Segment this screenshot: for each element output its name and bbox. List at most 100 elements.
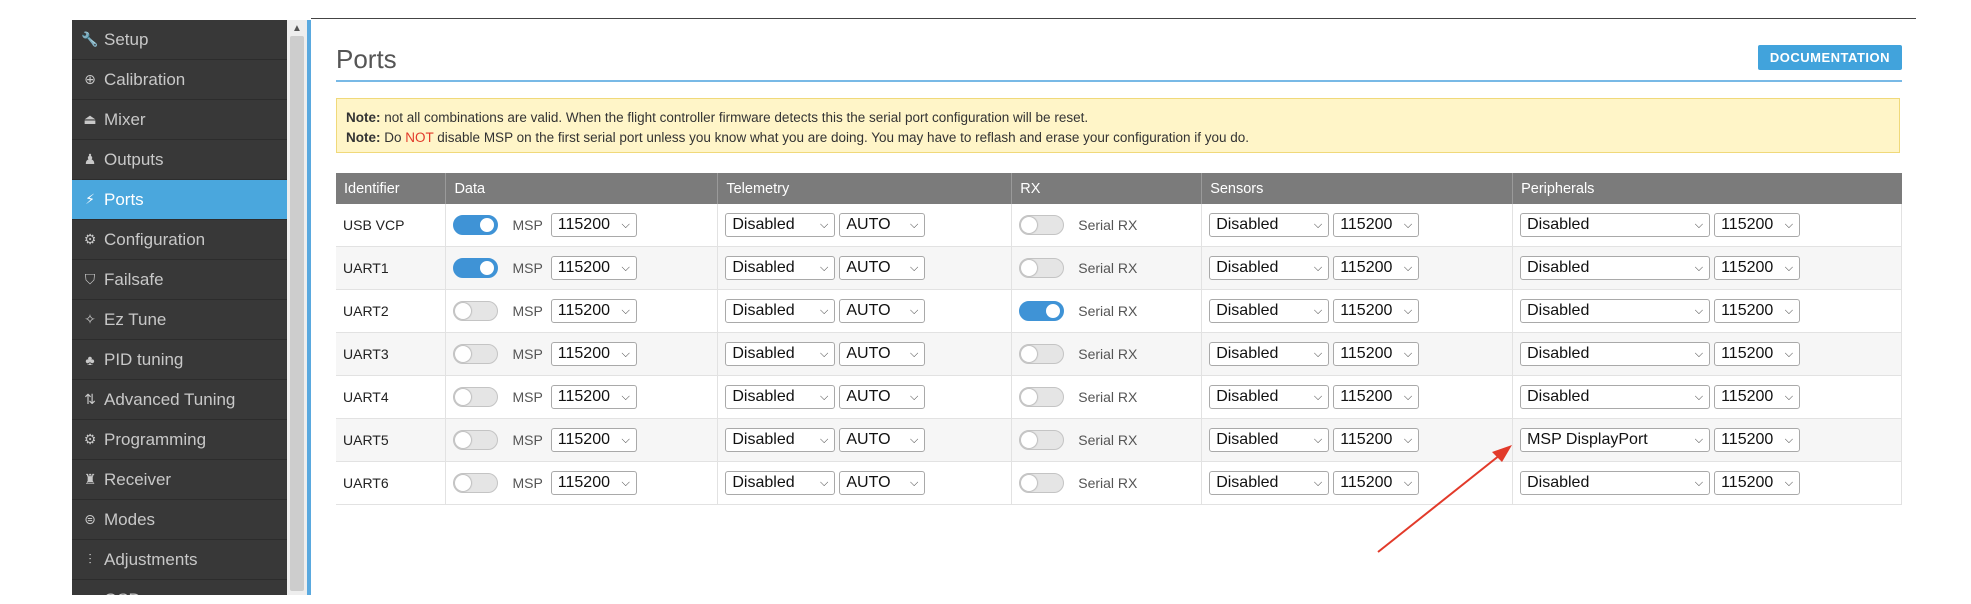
sensors-select[interactable]: Disabled ⌵ xyxy=(1209,342,1330,366)
telemetry-baud-select[interactable]: AUTO ⌵ xyxy=(839,299,926,323)
telemetry-select[interactable]: Disabled ⌵ xyxy=(725,342,836,366)
peripherals-baud-select[interactable]: 115200 ⌵ xyxy=(1714,299,1801,323)
sensors-baud-select[interactable]: 115200 ⌵ xyxy=(1333,299,1420,323)
sensors-baud-select[interactable]: 115200 ⌵ xyxy=(1333,471,1420,495)
telemetry-select[interactable]: Disabled ⌵ xyxy=(725,299,836,323)
sensors-baud-select[interactable]: 115200 ⌵ xyxy=(1333,213,1420,237)
chevron-down-icon: ⌵ xyxy=(621,347,630,360)
scroll-up-icon[interactable]: ▲ xyxy=(287,22,307,36)
peripherals-select[interactable]: MSP DisplayPort ⌵ xyxy=(1520,428,1711,452)
documentation-button[interactable]: DOCUMENTATION xyxy=(1757,45,1902,70)
sidebar-item-outputs[interactable]: ♟ Outputs xyxy=(72,140,287,180)
msp-toggle[interactable] xyxy=(453,344,499,364)
telemetry-baud-select[interactable]: AUTO ⌵ xyxy=(839,471,926,495)
sensors-select[interactable]: Disabled ⌵ xyxy=(1209,471,1330,495)
chevron-down-icon: ⌵ xyxy=(1694,476,1704,489)
msp-toggle[interactable] xyxy=(453,215,499,235)
msp-toggle[interactable] xyxy=(453,387,499,407)
sensors-select[interactable]: Disabled ⌵ xyxy=(1209,256,1330,280)
chevron-down-icon: ⌵ xyxy=(1313,476,1323,489)
peripherals-select[interactable]: Disabled ⌵ xyxy=(1520,256,1711,280)
sensors-select[interactable]: Disabled ⌵ xyxy=(1209,299,1330,323)
note-line-2: Note: Do NOT disable MSP on the first se… xyxy=(346,128,1890,148)
sidebar-item-advanced-tuning[interactable]: ⇅ Advanced Tuning xyxy=(72,380,287,420)
serial-rx-toggle[interactable] xyxy=(1019,301,1065,321)
msp-toggle[interactable] xyxy=(453,473,499,493)
toggle-knob xyxy=(1021,432,1038,448)
sidebar-item-pid-tuning[interactable]: ♣ PID tuning xyxy=(72,340,287,380)
sidebar-item-failsafe[interactable]: ⛉ Failsafe xyxy=(72,260,287,300)
sidebar-item-ports[interactable]: ⚡ Ports xyxy=(72,180,287,220)
chevron-down-icon: ⌵ xyxy=(621,390,630,403)
sidebar-scrollbar[interactable]: ▲ xyxy=(287,20,308,595)
sidebar-item-configuration[interactable]: ⚙ Configuration xyxy=(72,220,287,260)
sensors-select[interactable]: Disabled ⌵ xyxy=(1209,385,1330,409)
serial-rx-toggle[interactable] xyxy=(1019,473,1065,493)
peripherals-select[interactable]: Disabled ⌵ xyxy=(1520,471,1711,495)
msp-toggle[interactable] xyxy=(453,258,499,278)
msp-baud-select[interactable]: 115200 ⌵ xyxy=(550,299,637,323)
peripherals-baud-select[interactable]: 115200 ⌵ xyxy=(1714,428,1801,452)
sidebar-item-ez-tune[interactable]: ✧ Ez Tune xyxy=(72,300,287,340)
rx-cell: Serial RX xyxy=(1011,246,1203,290)
sensors-baud-select[interactable]: 115200 ⌵ xyxy=(1333,428,1420,452)
sidebar-item-mixer[interactable]: ⏏ Mixer xyxy=(72,100,287,140)
sensors-baud-select[interactable]: 115200 ⌵ xyxy=(1333,342,1420,366)
peripherals-baud-select[interactable]: 115200 ⌵ xyxy=(1714,471,1801,495)
telemetry-baud-select[interactable]: AUTO ⌵ xyxy=(839,213,926,237)
sidebar-item-receiver[interactable]: ♜ Receiver xyxy=(72,460,287,500)
sensors-cell: Disabled ⌵ 115200 ⌵ xyxy=(1201,246,1514,290)
telemetry-baud-select[interactable]: AUTO ⌵ xyxy=(839,428,926,452)
peripherals-select[interactable]: Disabled ⌵ xyxy=(1520,213,1711,237)
peripherals-select[interactable]: Disabled ⌵ xyxy=(1520,385,1711,409)
msp-baud-select[interactable]: 115200 ⌵ xyxy=(550,471,637,495)
msp-baud-select[interactable]: 115200 ⌵ xyxy=(550,385,637,409)
telemetry-baud-select[interactable]: AUTO ⌵ xyxy=(839,256,926,280)
chevron-down-icon: ⌵ xyxy=(820,261,829,274)
sensors-baud-select[interactable]: 115200 ⌵ xyxy=(1333,385,1420,409)
msp-baud-select[interactable]: 115200 ⌵ xyxy=(550,213,637,237)
telemetry-select[interactable]: Disabled ⌵ xyxy=(725,385,836,409)
peripherals-baud-select[interactable]: 115200 ⌵ xyxy=(1714,342,1801,366)
toggle-knob xyxy=(1045,303,1062,319)
scroll-thumb[interactable] xyxy=(290,36,304,591)
msp-baud-select[interactable]: 115200 ⌵ xyxy=(550,342,637,366)
serial-rx-toggle[interactable] xyxy=(1019,430,1065,450)
chevron-down-icon: ⌵ xyxy=(1694,218,1704,231)
sidebar-item-osd[interactable]: ▭ OSD xyxy=(72,580,287,596)
sensors-baud-select[interactable]: 115200 ⌵ xyxy=(1333,256,1420,280)
telemetry-select[interactable]: Disabled ⌵ xyxy=(725,471,836,495)
peripherals-baud-select[interactable]: 115200 ⌵ xyxy=(1714,256,1801,280)
telemetry-select[interactable]: Disabled ⌵ xyxy=(725,256,836,280)
sidebar-item-modes[interactable]: ⊜ Modes xyxy=(72,500,287,540)
note-warning-text: NOT xyxy=(405,130,434,145)
msp-toggle[interactable] xyxy=(453,301,499,321)
sidebar-item-programming[interactable]: ⚙ Programming xyxy=(72,420,287,460)
sensors-select[interactable]: Disabled ⌵ xyxy=(1209,428,1330,452)
msp-baud-select[interactable]: 115200 ⌵ xyxy=(550,256,637,280)
select-value: 115200 xyxy=(557,388,610,405)
peripherals-select[interactable]: Disabled ⌵ xyxy=(1520,342,1711,366)
peripherals-baud-select[interactable]: 115200 ⌵ xyxy=(1714,385,1801,409)
serial-rx-toggle[interactable] xyxy=(1019,215,1065,235)
msp-toggle[interactable] xyxy=(453,430,499,450)
select-value: 115200 xyxy=(557,259,610,276)
toggle-knob xyxy=(455,432,472,448)
telemetry-select[interactable]: Disabled ⌵ xyxy=(725,213,836,237)
rx-cell: Serial RX xyxy=(1011,418,1203,462)
telemetry-select[interactable]: Disabled ⌵ xyxy=(725,428,836,452)
rx-cell: Serial RX xyxy=(1011,461,1203,505)
sensors-select[interactable]: Disabled ⌵ xyxy=(1209,213,1330,237)
serial-rx-toggle[interactable] xyxy=(1019,258,1065,278)
peripherals-baud-select[interactable]: 115200 ⌵ xyxy=(1714,213,1801,237)
serial-rx-toggle[interactable] xyxy=(1019,344,1065,364)
select-value: AUTO xyxy=(846,474,891,491)
sidebar-item-adjustments[interactable]: ⫶ Adjustments xyxy=(72,540,287,580)
telemetry-baud-select[interactable]: AUTO ⌵ xyxy=(839,342,926,366)
serial-rx-toggle[interactable] xyxy=(1019,387,1065,407)
sidebar-item-setup[interactable]: 🔧 Setup xyxy=(72,20,287,60)
telemetry-baud-select[interactable]: AUTO ⌵ xyxy=(839,385,926,409)
peripherals-select[interactable]: Disabled ⌵ xyxy=(1520,299,1711,323)
msp-baud-select[interactable]: 115200 ⌵ xyxy=(550,428,637,452)
sidebar-item-calibration[interactable]: ⊕ Calibration xyxy=(72,60,287,100)
